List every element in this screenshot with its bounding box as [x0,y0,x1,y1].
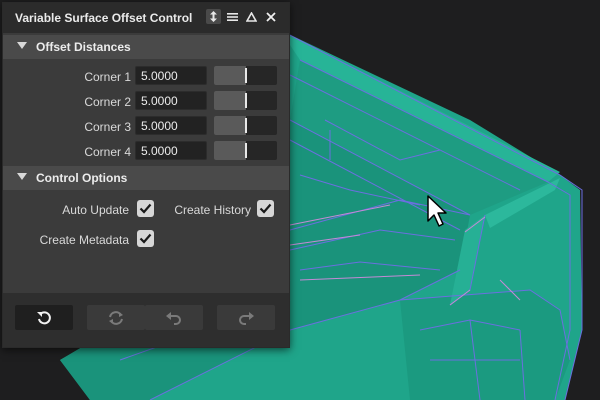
slider-handle[interactable] [245,118,247,133]
checkmark-icon [139,203,152,214]
redo-button[interactable] [217,305,275,330]
create-history-label: Create History [174,203,251,217]
auto-update-checkbox[interactable] [137,200,154,217]
corner-4-slider[interactable] [214,141,277,160]
corner-1-label: Corner 1 [84,70,131,84]
reset-icon [37,310,51,324]
corner-2-label: Corner 2 [84,95,131,109]
redo-icon [239,311,254,325]
slider-handle[interactable] [245,93,247,108]
reset-button[interactable] [15,305,73,330]
refresh-icon [109,310,123,325]
create-metadata-label: Create Metadata [39,233,129,247]
minimize-icon[interactable] [244,9,259,24]
offset-distances-title: Offset Distances [36,40,131,54]
corner-3-slider[interactable] [214,116,277,135]
panel-title: Variable Surface Offset Control [15,11,193,25]
create-metadata-checkbox[interactable] [137,230,154,247]
undo-icon [166,311,181,325]
mouse-cursor-icon [427,195,447,227]
checkmark-icon [259,203,272,214]
checkmark-icon [139,233,152,244]
offset-control-panel: Variable Surface Offset Control Offset D… [2,2,290,348]
menu-icon[interactable] [225,9,240,24]
close-icon[interactable] [263,9,278,24]
collapse-triangle-icon[interactable] [17,42,27,49]
slider-handle[interactable] [245,68,247,83]
corner-2-input[interactable] [135,91,207,110]
corner-3-label: Corner 3 [84,120,131,134]
resize-icon[interactable] [206,9,221,24]
corner-4-input[interactable] [135,141,207,160]
control-options-header[interactable]: Control Options [3,166,289,190]
auto-update-label: Auto Update [62,203,129,217]
control-options-title: Control Options [36,171,128,185]
corner-2-slider[interactable] [214,91,277,110]
offset-distances-header[interactable]: Offset Distances [3,35,289,59]
collapse-triangle-icon[interactable] [17,173,27,180]
corner-1-slider[interactable] [214,66,277,85]
undo-button[interactable] [145,305,203,330]
corner-1-input[interactable] [135,66,207,85]
corner-3-input[interactable] [135,116,207,135]
action-bar [3,293,289,347]
refresh-button[interactable] [87,305,145,330]
panel-titlebar[interactable]: Variable Surface Offset Control [3,3,289,33]
corner-4-label: Corner 4 [84,145,131,159]
slider-handle[interactable] [245,143,247,158]
create-history-checkbox[interactable] [257,200,274,217]
